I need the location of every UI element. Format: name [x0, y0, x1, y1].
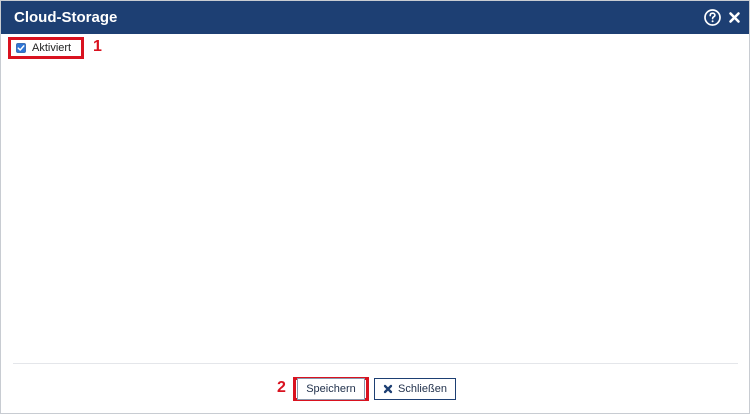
- save-button[interactable]: Speichern: [297, 378, 365, 400]
- close-button-label: Schließen: [398, 383, 447, 395]
- annotation-marker-1: 1: [93, 38, 102, 55]
- help-icon[interactable]: [704, 9, 721, 26]
- cloud-storage-dialog: Cloud-Storage Aktiviert 1 2 Speichern Sc…: [0, 0, 750, 414]
- checkmark-icon: [17, 45, 25, 51]
- dialog-title: Cloud-Storage: [14, 9, 118, 26]
- save-button-label: Speichern: [306, 383, 356, 395]
- enabled-checkbox[interactable]: [16, 43, 26, 53]
- enabled-label: Aktiviert: [32, 42, 72, 54]
- annotation-marker-2: 2: [277, 379, 286, 396]
- dialog-titlebar: Cloud-Storage: [1, 1, 749, 34]
- x-icon: [383, 384, 393, 394]
- footer-divider: [13, 363, 738, 364]
- enabled-checkbox-row[interactable]: Aktiviert: [8, 37, 84, 59]
- close-icon[interactable]: [728, 11, 741, 24]
- close-button[interactable]: Schließen: [374, 378, 456, 400]
